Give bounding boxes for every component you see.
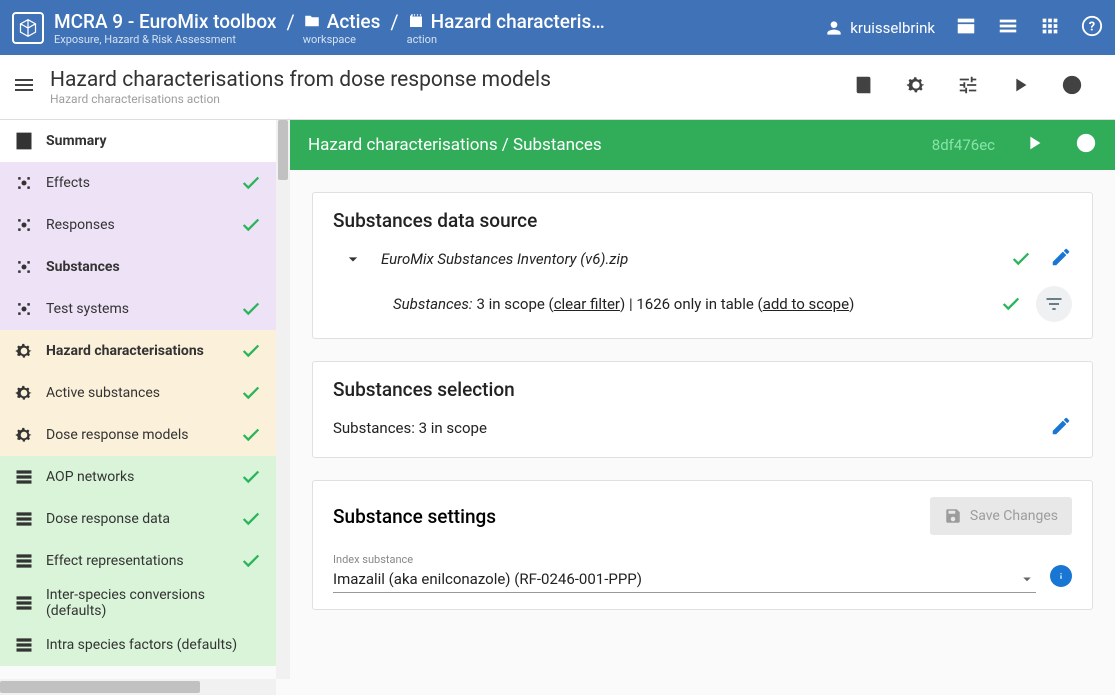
sidebar-item-test-systems[interactable]: Test systems xyxy=(0,288,276,330)
expand-icon[interactable] xyxy=(343,249,363,269)
menu-button[interactable] xyxy=(12,73,36,101)
section-title: Hazard characterisations / Substances xyxy=(308,135,932,155)
edit-datasource-button[interactable] xyxy=(1050,246,1072,272)
sidebar-item-label: Substances xyxy=(46,259,262,275)
check-icon xyxy=(240,172,262,194)
sidebar-item-label: Responses xyxy=(46,217,240,233)
run-button[interactable] xyxy=(1009,74,1031,100)
check-icon xyxy=(240,550,262,572)
check-icon xyxy=(240,340,262,362)
index-substance-field[interactable]: Index substance Imazalil (aka enilconazo… xyxy=(333,553,1036,593)
sidebar-item-hazard-characterisations[interactable]: Hazard characterisations xyxy=(0,330,276,372)
scrollbar-horizontal[interactable] xyxy=(0,679,276,695)
sidebar-item-label: AOP networks xyxy=(46,469,240,485)
subheader: Hazard characterisations from dose respo… xyxy=(0,55,1115,120)
dropdown-icon xyxy=(1018,570,1036,588)
sidebar-item-effect-representations[interactable]: Effect representations xyxy=(0,540,276,582)
layout-button[interactable] xyxy=(955,15,977,41)
check-icon xyxy=(1010,248,1032,270)
sidebar-item-label: Dose response data xyxy=(46,511,240,527)
app-logo xyxy=(12,12,44,44)
list-button[interactable] xyxy=(997,15,1019,41)
check-icon xyxy=(240,214,262,236)
book-button[interactable] xyxy=(853,74,875,100)
breadcrumb: MCRA 9 - EuroMix toolbox Exposure, Hazar… xyxy=(54,10,824,46)
sidebar-item-label: Effect representations xyxy=(46,553,240,569)
sidebar-item-label: Inter-species conversions (defaults) xyxy=(46,587,262,619)
card-settings: Substance settings Save Changes Index su… xyxy=(312,480,1093,610)
check-icon xyxy=(240,298,262,320)
main-content: Hazard characterisations / Substances 8d… xyxy=(290,120,1115,695)
field-label: Index substance xyxy=(333,553,1036,566)
sidebar-item-substances[interactable]: Substances xyxy=(0,246,276,288)
card-selection: Substances selection Substances: 3 in sc… xyxy=(312,361,1093,458)
section-header: Hazard characterisations / Substances 8d… xyxy=(290,120,1115,170)
person-icon xyxy=(824,18,844,38)
add-scope-link[interactable]: add to scope xyxy=(763,295,849,313)
save-icon xyxy=(944,507,962,525)
selection-text: Substances: 3 in scope xyxy=(333,419,487,437)
card-title: Substances selection xyxy=(333,378,1072,401)
sidebar-item-responses[interactable]: Responses xyxy=(0,204,276,246)
sidebar-item-dose-response-data[interactable]: Dose response data xyxy=(0,498,276,540)
sidebar-item-dose-response-models[interactable]: Dose response models xyxy=(0,414,276,456)
scrollbar-vertical[interactable] xyxy=(276,120,290,679)
breadcrumb-app[interactable]: MCRA 9 - EuroMix toolbox Exposure, Hazar… xyxy=(54,10,276,46)
help-button[interactable] xyxy=(1081,15,1103,41)
top-bar: MCRA 9 - EuroMix toolbox Exposure, Hazar… xyxy=(0,0,1115,55)
card-title: Substance settings xyxy=(333,505,930,528)
breadcrumb-action[interactable]: Hazard characteris… action xyxy=(407,10,605,46)
run-hash: 8df476ec xyxy=(932,136,995,154)
filter-button[interactable] xyxy=(1036,286,1072,322)
sidebar-item-summary[interactable]: Summary xyxy=(0,120,276,162)
check-icon xyxy=(240,508,262,530)
sidebar-item-label: Active substances xyxy=(46,385,240,401)
sidebar-item-intra-species-factors-defaults-[interactable]: Intra species factors (defaults) xyxy=(0,624,276,666)
info-button[interactable] xyxy=(1050,565,1072,587)
sidebar-item-label: Dose response models xyxy=(46,427,240,443)
sidebar: Summary Effects Responses Substances Test sy… xyxy=(0,120,290,695)
settings-button[interactable] xyxy=(905,74,927,100)
sidebar-item-inter-species-conversions-defaults-[interactable]: Inter-species conversions (defaults) xyxy=(0,582,276,624)
clapper-icon xyxy=(407,12,425,30)
edit-selection-button[interactable] xyxy=(1050,415,1072,441)
datasource-file: EuroMix Substances Inventory (v6).zip xyxy=(381,250,1010,268)
card-title: Substances data source xyxy=(333,209,1072,232)
apps-button[interactable] xyxy=(1039,15,1061,41)
sidebar-item-label: Test systems xyxy=(46,301,240,317)
user-menu[interactable]: kruisselbrink xyxy=(824,18,935,38)
card-data-source: Substances data source EuroMix Substance… xyxy=(312,192,1093,339)
sidebar-item-label: Summary xyxy=(46,133,262,149)
check-icon xyxy=(240,382,262,404)
check-icon xyxy=(240,466,262,488)
breadcrumb-workspace[interactable]: Acties workspace xyxy=(303,10,381,46)
tune-button[interactable] xyxy=(957,74,979,100)
page-subtitle: Hazard characterisations action xyxy=(50,92,853,106)
breadcrumb-sep: / xyxy=(286,10,294,34)
sidebar-item-label: Hazard characterisations xyxy=(46,343,240,359)
clear-filter-link[interactable]: clear filter xyxy=(554,295,620,313)
field-value: Imazalil (aka enilconazole) (RF-0246-001… xyxy=(333,570,1018,588)
sidebar-item-label: Intra species factors (defaults) xyxy=(46,637,262,653)
folder-icon xyxy=(303,12,321,30)
check-icon xyxy=(240,424,262,446)
sidebar-item-effects[interactable]: Effects xyxy=(0,162,276,204)
section-run-button[interactable] xyxy=(1023,132,1045,158)
breadcrumb-sep: / xyxy=(390,10,398,34)
page-title: Hazard characterisations from dose respo… xyxy=(50,68,853,92)
section-results-button[interactable] xyxy=(1075,132,1097,158)
sidebar-item-label: Effects xyxy=(46,175,240,191)
check-icon xyxy=(1000,293,1022,315)
save-changes-button[interactable]: Save Changes xyxy=(930,497,1072,535)
sidebar-item-active-substances[interactable]: Active substances xyxy=(0,372,276,414)
scope-label: Substances: xyxy=(393,295,473,313)
results-button[interactable] xyxy=(1061,74,1083,100)
sidebar-item-aop-networks[interactable]: AOP networks xyxy=(0,456,276,498)
